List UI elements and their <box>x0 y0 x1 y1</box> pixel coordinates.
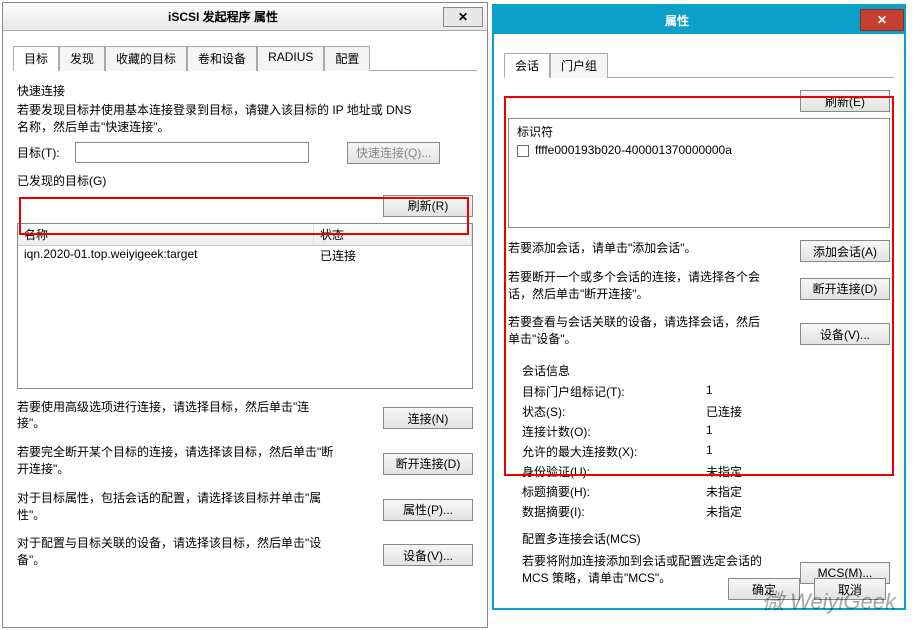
col-status: 状态 <box>314 224 472 245</box>
add-session-button[interactable]: 添加会话(A) <box>800 240 890 262</box>
session-devices-button[interactable]: 设备(V)... <box>800 323 890 345</box>
header-digest-value: 未指定 <box>706 483 890 500</box>
properties-button[interactable]: 属性(P)... <box>383 499 473 521</box>
ok-button[interactable]: 确定 <box>728 578 800 600</box>
refresh-button[interactable]: 刷新(R) <box>383 195 473 217</box>
tab-volumes[interactable]: 卷和设备 <box>187 46 257 71</box>
tab-config[interactable]: 配置 <box>324 46 370 71</box>
close-button[interactable]: ✕ <box>860 9 904 31</box>
identifier-checkbox[interactable] <box>517 145 529 157</box>
target-label: 目标(T): <box>17 144 75 161</box>
titlebar: 属性 ✕ <box>494 6 904 34</box>
header-digest-label: 标题摘要(H): <box>522 483 706 500</box>
sessions-panel: 刷新(E) 标识符 ffffe000193b020-40000137000000… <box>494 78 904 603</box>
quick-connect-hint: 若要发现目标并使用基本连接登录到目标，请键入该目标的 IP 地址或 DNS 名称… <box>17 102 417 136</box>
portal-group-tag-value: 1 <box>706 383 890 400</box>
properties-hint: 对于目标属性，包括会话的配置，请选择该目标并单击"属性"。 <box>17 490 337 524</box>
tab-favorites[interactable]: 收藏的目标 <box>105 46 187 71</box>
status-value: 已连接 <box>706 403 890 420</box>
max-connections-label: 允许的最大连接数(X): <box>522 443 706 460</box>
identifier-value: ffffe000193b020-400001370000000a <box>535 143 732 157</box>
properties-window: 属性 ✕ 会话 门户组 刷新(E) 标识符 ffffe000193b020-40… <box>492 4 906 610</box>
connection-count-label: 连接计数(O): <box>522 423 706 440</box>
refresh-button[interactable]: 刷新(E) <box>800 90 890 112</box>
close-button[interactable]: ✕ <box>443 7 483 27</box>
authentication-label: 身份验证(U): <box>522 463 706 480</box>
session-devices-hint: 若要查看与会话关联的设备，请选择会话，然后单击"设备"。 <box>508 314 768 348</box>
identifier-label: 标识符 <box>517 123 881 140</box>
target-status-cell: 已连接 <box>314 246 472 265</box>
portal-group-tag-label: 目标门户组标记(T): <box>522 383 706 400</box>
discovered-targets-list[interactable]: 名称 状态 iqn.2020-01.top.weiyigeek:target 已… <box>17 223 473 389</box>
identifier-list[interactable]: 标识符 ffffe000193b020-400001370000000a <box>508 118 890 228</box>
target-input[interactable] <box>75 142 309 163</box>
disconnect-session-hint: 若要断开一个或多个会话的连接，请选择各个会话，然后单击"断开连接"。 <box>508 269 768 303</box>
discovered-targets-label: 已发现的目标(G) <box>17 172 473 189</box>
table-row[interactable]: iqn.2020-01.top.weiyigeek:target 已连接 <box>18 246 472 265</box>
tab-radius[interactable]: RADIUS <box>257 46 324 71</box>
mcs-title: 配置多连接会话(MCS) <box>522 530 890 547</box>
quick-connect-title: 快速连接 <box>17 82 473 99</box>
quick-connect-button[interactable]: 快速连接(Q)... <box>347 142 440 164</box>
disconnect-hint: 若要完全断开某个目标的连接，请选择该目标，然后单击"断开连接"。 <box>17 444 337 478</box>
col-name: 名称 <box>18 224 314 245</box>
add-session-hint: 若要添加会话，请单击"添加会话"。 <box>508 240 768 257</box>
tab-strip: 会话 门户组 <box>504 52 894 78</box>
list-header: 名称 状态 <box>18 224 472 246</box>
max-connections-value: 1 <box>706 443 890 460</box>
tab-target[interactable]: 目标 <box>13 46 59 71</box>
dialog-footer: 确定 取消 <box>728 578 886 600</box>
target-name-cell: iqn.2020-01.top.weiyigeek:target <box>18 246 314 265</box>
titlebar: iSCSI 发起程序 属性 ✕ <box>3 3 487 31</box>
tab-sessions[interactable]: 会话 <box>504 53 550 78</box>
session-info-title: 会话信息 <box>522 362 890 379</box>
disconnect-button[interactable]: 断开连接(D) <box>383 453 473 475</box>
disconnect-session-button[interactable]: 断开连接(D) <box>800 278 890 300</box>
cancel-button[interactable]: 取消 <box>814 578 886 600</box>
iscsi-initiator-window: iSCSI 发起程序 属性 ✕ 目标 发现 收藏的目标 卷和设备 RADIUS … <box>2 2 488 628</box>
target-panel: 快速连接 若要发现目标并使用基本连接登录到目标，请键入该目标的 IP 地址或 D… <box>3 71 487 585</box>
connect-button[interactable]: 连接(N) <box>383 407 473 429</box>
connection-count-value: 1 <box>706 423 890 440</box>
devices-button[interactable]: 设备(V)... <box>383 544 473 566</box>
devices-hint: 对于配置与目标关联的设备，请选择该目标，然后单击"设备"。 <box>17 535 337 569</box>
data-digest-label: 数据摘要(I): <box>522 503 706 520</box>
tab-strip: 目标 发现 收藏的目标 卷和设备 RADIUS 配置 <box>13 45 477 71</box>
window-title: 属性 <box>494 12 860 29</box>
tab-discover[interactable]: 发现 <box>59 46 105 71</box>
session-info: 目标门户组标记(T):1 状态(S):已连接 连接计数(O):1 允许的最大连接… <box>522 383 890 520</box>
window-title: iSCSI 发起程序 属性 <box>3 8 443 25</box>
data-digest-value: 未指定 <box>706 503 890 520</box>
connect-hint: 若要使用高级选项进行连接，请选择目标，然后单击"连接"。 <box>17 399 337 433</box>
identifier-row[interactable]: ffffe000193b020-400001370000000a <box>517 143 881 157</box>
tab-portal-groups[interactable]: 门户组 <box>550 53 608 78</box>
status-label: 状态(S): <box>522 403 706 420</box>
authentication-value: 未指定 <box>706 463 890 480</box>
